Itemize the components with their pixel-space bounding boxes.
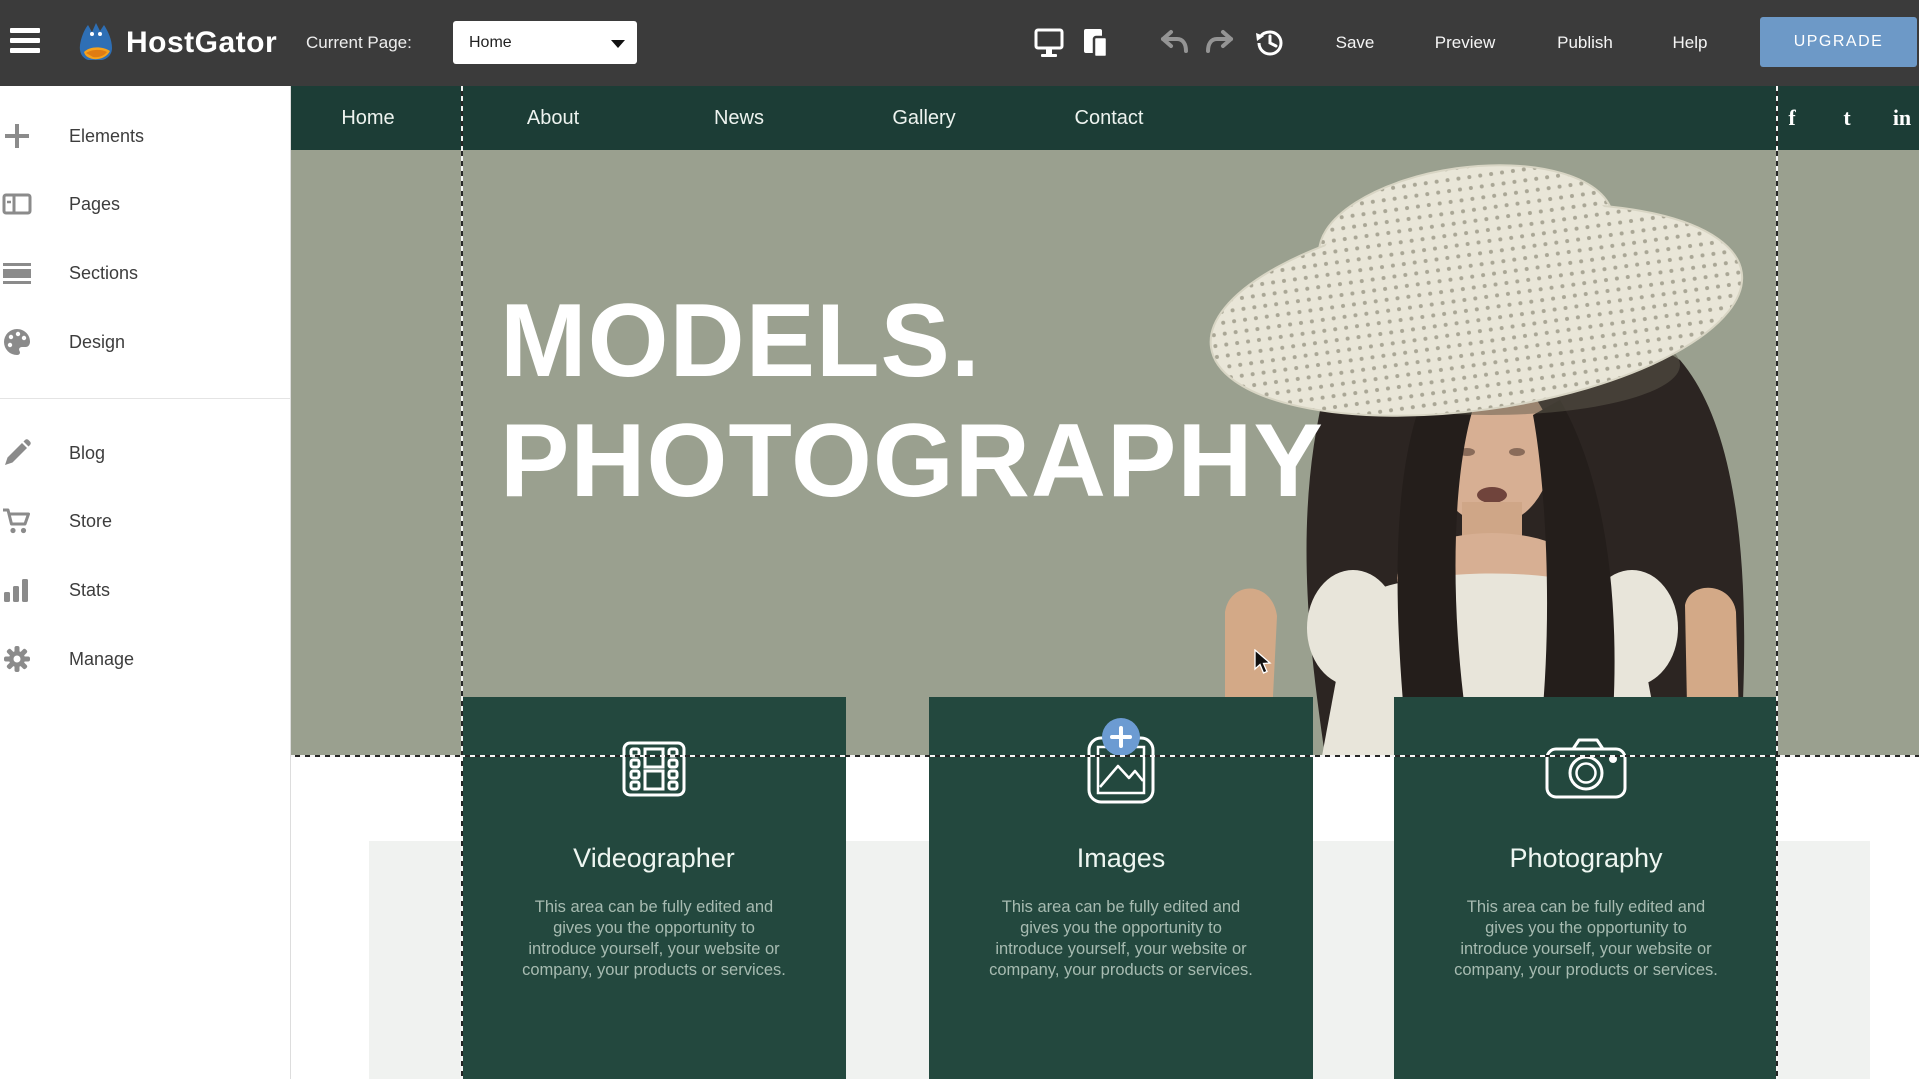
sidebar-item-label: Elements — [69, 116, 144, 156]
desktop-preview-icon[interactable] — [1032, 27, 1066, 59]
hero-title-line2: PHOTOGRAPHY — [500, 401, 1324, 521]
help-button[interactable]: Help — [1673, 0, 1708, 86]
plus-icon — [2, 121, 32, 151]
sidebar-item-label: Blog — [69, 433, 105, 473]
save-button[interactable]: Save — [1336, 0, 1375, 86]
sidebar-item-store[interactable]: Store — [0, 501, 290, 541]
card-body: This area can be fully edited and gives … — [929, 897, 1313, 981]
linkedin-icon[interactable]: in — [1893, 86, 1911, 150]
chevron-down-icon — [611, 40, 625, 48]
add-image-badge — [1102, 718, 1140, 756]
upgrade-button[interactable]: UPGRADE — [1760, 17, 1917, 67]
gator-mascot-icon — [74, 18, 118, 69]
hero-section[interactable]: MODELS. PHOTOGRAPHY — [290, 150, 1919, 756]
mouse-cursor — [1254, 649, 1276, 680]
sidebar-item-stats[interactable]: Stats — [0, 570, 290, 610]
sidebar-item-sections[interactable]: Sections — [0, 253, 290, 293]
card-title: Videographer — [462, 843, 846, 874]
brand-name: HostGator — [126, 26, 277, 60]
sidebar-item-design[interactable]: Design — [0, 322, 290, 362]
sidebar-item-label: Manage — [69, 639, 134, 679]
section-guide-right — [1776, 86, 1778, 1079]
site-navbar: Home About News Gallery Contact f t in — [290, 86, 1919, 150]
undo-icon[interactable] — [1157, 27, 1191, 59]
palette-icon — [2, 327, 32, 357]
pencil-icon — [2, 438, 32, 468]
sidebar-item-manage[interactable]: Manage — [0, 639, 290, 679]
menu-icon[interactable] — [10, 28, 40, 56]
card-title: Images — [929, 843, 1313, 874]
current-page-label: Current Page: — [306, 0, 412, 86]
hero-title[interactable]: MODELS. PHOTOGRAPHY — [500, 281, 1324, 521]
publish-button[interactable]: Publish — [1557, 0, 1613, 86]
editor-toolbar: HostGator Current Page: Home — [0, 0, 1919, 86]
sections-icon — [2, 258, 32, 288]
sidebar-item-label: Pages — [69, 184, 120, 224]
sidebar-item-pages[interactable]: Pages — [0, 184, 290, 224]
site-nav-gallery[interactable]: Gallery — [892, 86, 955, 150]
bar-chart-icon — [2, 575, 32, 605]
sidebar-item-label: Stats — [69, 570, 110, 610]
builder-sidebar: Elements Pages Sections — [0, 86, 291, 1079]
site-nav-news[interactable]: News — [714, 86, 764, 150]
camera-icon — [1543, 733, 1629, 810]
gear-icon — [2, 644, 32, 674]
sidebar-item-label: Design — [69, 322, 125, 362]
card-body: This area can be fully edited and gives … — [462, 897, 846, 981]
site-nav-about[interactable]: About — [527, 86, 579, 150]
page-select-value: Home — [469, 34, 512, 51]
sidebar-item-blog[interactable]: Blog — [0, 433, 290, 473]
mobile-preview-icon[interactable] — [1079, 27, 1113, 59]
site-nav-contact[interactable]: Contact — [1075, 86, 1144, 150]
preview-button[interactable]: Preview — [1435, 0, 1495, 86]
section-guide-left — [461, 86, 463, 1079]
card-body: This area can be fully edited and gives … — [1394, 897, 1778, 981]
pages-icon — [2, 189, 32, 219]
page-select-dropdown[interactable]: Home — [453, 21, 637, 64]
site-nav-home[interactable]: Home — [341, 86, 394, 150]
hostgator-logo: HostGator — [74, 11, 277, 75]
section-guide-bottom — [290, 755, 1919, 757]
image-add-icon — [1084, 733, 1158, 812]
redo-icon[interactable] — [1203, 27, 1237, 59]
hero-title-line1: MODELS. — [500, 281, 1324, 401]
twitter-icon[interactable]: t — [1843, 86, 1850, 150]
facebook-icon[interactable]: f — [1788, 86, 1795, 150]
sidebar-item-elements[interactable]: Elements — [0, 116, 290, 156]
card-title: Photography — [1394, 843, 1778, 874]
sidebar-divider — [0, 398, 290, 399]
film-icon — [618, 733, 690, 810]
cart-icon — [2, 506, 32, 536]
sidebar-item-label: Sections — [69, 253, 138, 293]
sidebar-item-label: Store — [69, 501, 112, 541]
history-icon[interactable] — [1253, 27, 1287, 59]
site-canvas: Home About News Gallery Contact f t in — [290, 86, 1919, 1079]
